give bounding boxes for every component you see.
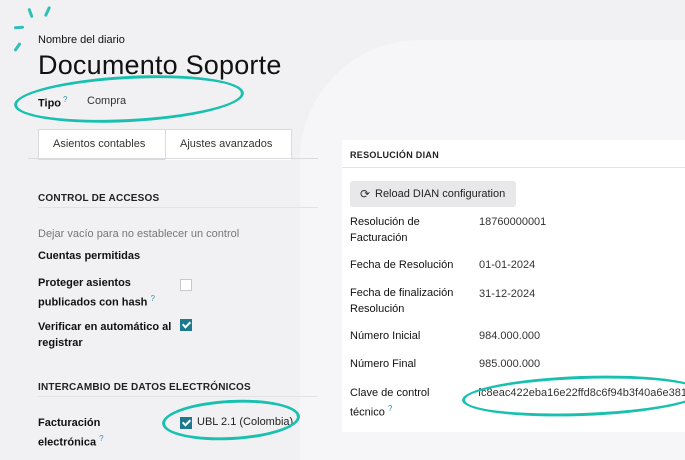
tab-divider — [28, 158, 318, 159]
section-control-accesos: CONTROL DE ACCESOS — [38, 193, 160, 204]
fecha-resolucion-label: Fecha de Resolución — [350, 259, 454, 271]
numero-inicial-label: Número Inicial — [350, 330, 421, 342]
help-icon[interactable]: ? — [99, 434, 103, 443]
proteger-hash-label: Proteger asientos publicados con hash ? — [38, 277, 155, 309]
help-icon[interactable]: ? — [388, 404, 392, 413]
dian-section-title: RESOLUCIÓN DIAN — [350, 150, 440, 160]
section-intercambio: INTERCAMBIO DE DATOS ELECTRÓNICOS — [38, 382, 251, 393]
verificar-label: Verificar en automático al registrar — [38, 321, 172, 349]
numero-inicial-value[interactable]: 984.000.000 — [479, 330, 540, 342]
cuentas-hint: Dejar vacío para no establecer un contro… — [38, 228, 240, 240]
tab-asientos-contables[interactable]: Asientos contables — [38, 129, 167, 160]
resolucion-value[interactable]: 18760000001 — [479, 216, 546, 228]
numero-final-label: Número Final — [350, 358, 417, 370]
clave-control-label: Clave de control técnico ? — [350, 387, 430, 419]
section-divider — [38, 396, 318, 397]
resolucion-label: Resolución de Facturación — [350, 216, 420, 244]
facturacion-label: Facturación electrónica ? — [38, 417, 104, 449]
verificar-checkbox[interactable] — [180, 319, 192, 331]
fecha-finalizacion-value[interactable]: 31-12-2024 — [479, 288, 535, 300]
cuentas-permitidas-label: Cuentas permitidas — [38, 250, 141, 262]
fecha-resolucion-value[interactable]: 01-01-2024 — [479, 259, 535, 271]
journal-form: Nombre del diario Documento Soporte Tipo… — [0, 0, 318, 452]
fecha-finalizacion-label: Fecha de finalización Resolución — [350, 287, 454, 315]
journal-name-label: Nombre del diario — [38, 34, 125, 46]
numero-final-value[interactable]: 985.000.000 — [479, 358, 540, 370]
section-divider — [38, 207, 318, 208]
refresh-icon: ⟳ — [360, 187, 371, 201]
reload-dian-button[interactable]: ⟳ Reload DIAN configuration — [350, 181, 516, 207]
tab-ajustes-avanzados[interactable]: Ajustes avanzados — [165, 129, 292, 160]
section-divider — [342, 167, 685, 168]
help-icon[interactable]: ? — [150, 294, 154, 303]
proteger-hash-checkbox[interactable] — [180, 279, 192, 291]
